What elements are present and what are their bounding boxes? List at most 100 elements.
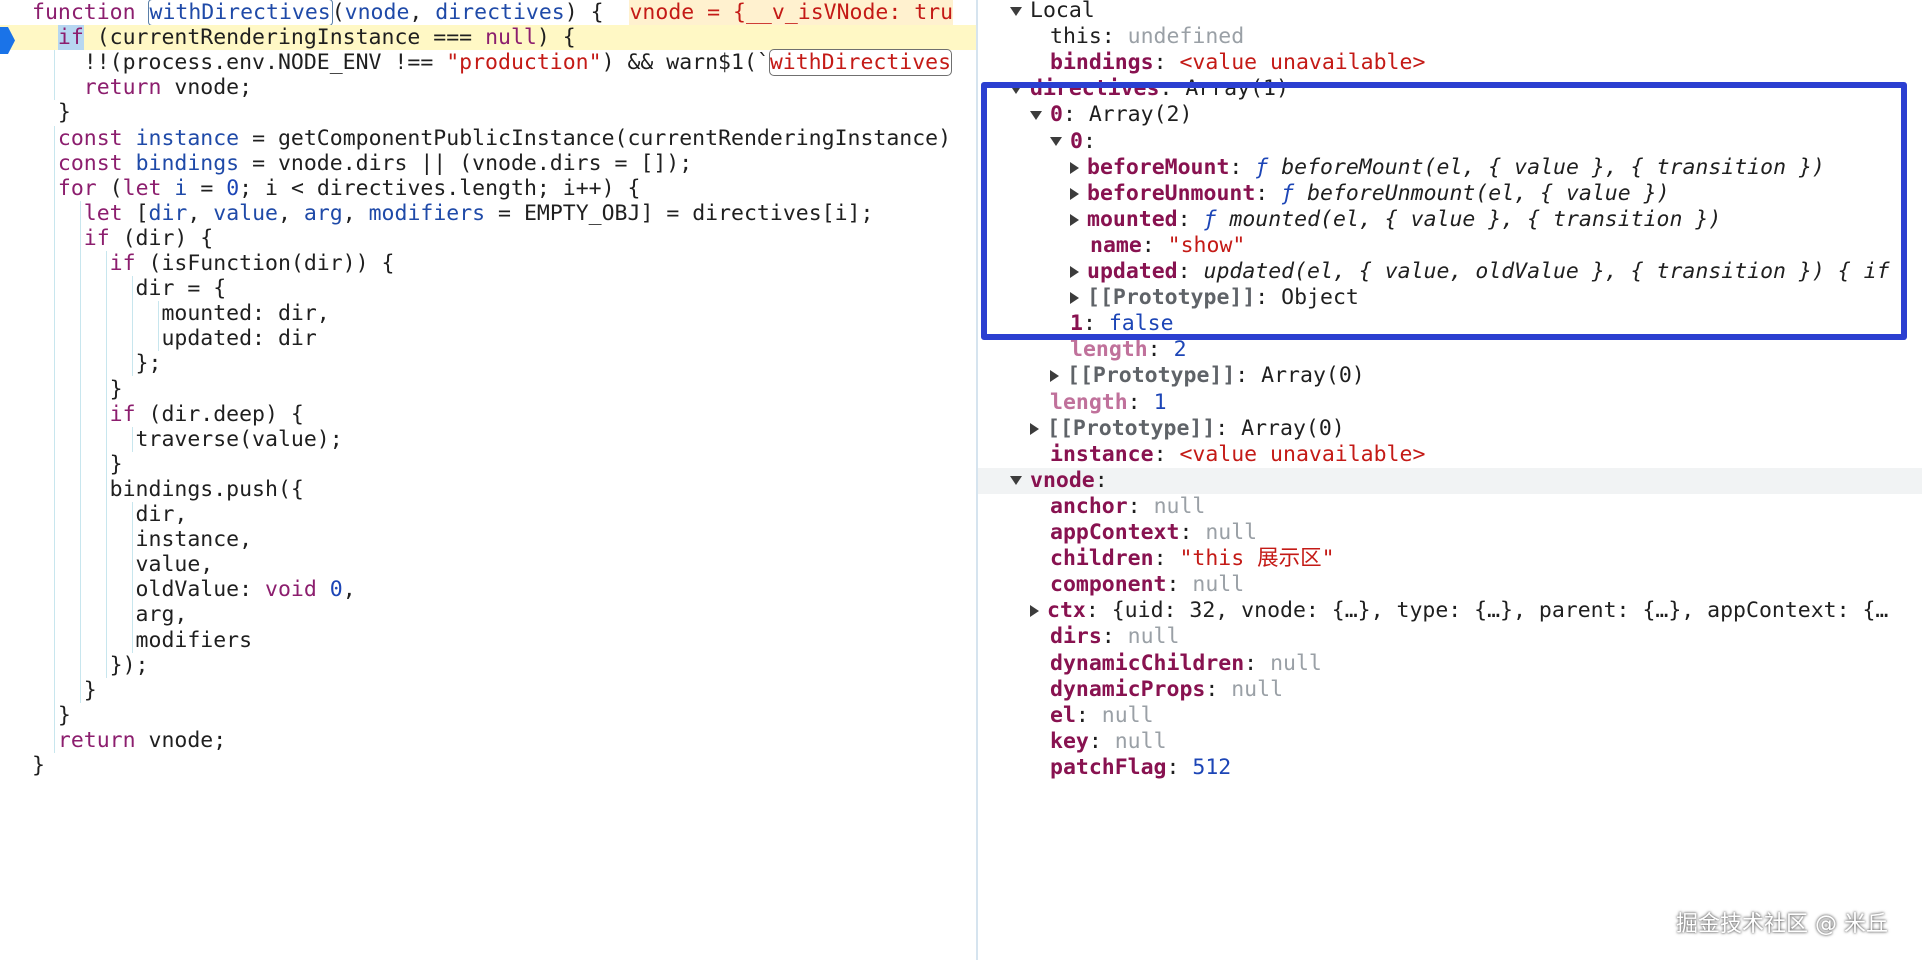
code-line[interactable]: if (dir.deep) { xyxy=(0,402,976,427)
scope-colon: : xyxy=(1153,546,1180,572)
scope-colon: : xyxy=(1215,415,1242,441)
scope-value: null xyxy=(1127,624,1180,650)
code-token: ) { xyxy=(564,0,630,25)
scope-key: [[Prototype]] xyxy=(1047,415,1216,441)
expanded-triangle-icon[interactable] xyxy=(1010,6,1022,16)
code-line[interactable]: } xyxy=(0,452,976,477)
scope-row[interactable]: patchFlag: 512 xyxy=(978,755,1922,781)
code-token: traverse(value); xyxy=(32,426,343,452)
code-text: bindings.push({ xyxy=(32,477,304,502)
scope-value: 1 xyxy=(1153,389,1167,415)
code-token: return xyxy=(83,75,162,101)
code-token: vnode; xyxy=(135,727,227,753)
scope-row[interactable]: bindings: <value unavailable> xyxy=(978,50,1922,76)
code-text: } xyxy=(32,100,71,125)
code-line[interactable]: const bindings = vnode.dirs || (vnode.di… xyxy=(0,151,976,176)
code-line[interactable]: bindings.push({ xyxy=(0,477,976,502)
code-token: let xyxy=(122,175,162,201)
code-text: } xyxy=(32,452,123,477)
code-line[interactable]: !!(process.env.NODE_ENV !== "production"… xyxy=(0,49,976,77)
code-line[interactable]: oldValue: void 0, xyxy=(0,577,976,602)
scope-row[interactable]: children: "this 展示区" xyxy=(978,546,1922,572)
scope-row[interactable]: el: null xyxy=(978,703,1922,729)
code-token: if xyxy=(57,25,84,51)
code-token: value, xyxy=(32,552,214,578)
code-line[interactable]: for (let i = 0; i < directives.length; i… xyxy=(0,176,976,201)
scope-value: undefined xyxy=(1127,24,1245,50)
code-token: const xyxy=(57,125,123,151)
code-line[interactable]: let [dir, value, arg, modifiers = EMPTY_… xyxy=(0,201,976,226)
code-text: value, xyxy=(32,552,214,578)
scope-row[interactable]: dynamicProps: null xyxy=(978,677,1922,703)
scope-row[interactable]: Local xyxy=(978,0,1922,24)
code-line[interactable]: }; xyxy=(0,351,976,376)
scope-row[interactable]: key: null xyxy=(978,729,1922,755)
scope-row[interactable]: appContext: null xyxy=(978,520,1922,546)
scope-row[interactable]: [[Prototype]]: Array(0) xyxy=(978,416,1922,442)
code-editor[interactable]: function withDirectives(vnode, directive… xyxy=(0,0,976,960)
code-line[interactable]: } xyxy=(0,100,976,125)
code-line[interactable]: traverse(value); xyxy=(0,427,976,452)
code-token: if xyxy=(83,225,110,251)
code-line[interactable]: arg, xyxy=(0,602,976,627)
scope-row[interactable]: instance: <value unavailable> xyxy=(978,442,1922,468)
scope-colon: : xyxy=(1153,50,1180,76)
code-token: , xyxy=(277,200,304,226)
code-line[interactable]: value, xyxy=(0,552,976,577)
code-line[interactable]: return vnode; xyxy=(0,728,976,753)
code-token: withDirectives xyxy=(768,49,953,77)
scope-key: ctx xyxy=(1047,598,1086,624)
scope-row[interactable]: [[Prototype]]: Array(0) xyxy=(978,363,1922,389)
scope-colon: : xyxy=(1153,441,1180,467)
collapsed-triangle-icon[interactable] xyxy=(1030,605,1039,618)
code-text: } xyxy=(32,753,45,778)
code-line[interactable]: updated: dir xyxy=(0,326,976,351)
expanded-triangle-icon[interactable] xyxy=(1010,476,1022,486)
scope-row[interactable]: vnode: xyxy=(978,467,1922,494)
code-line[interactable]: modifiers xyxy=(0,628,976,653)
code-text: dir, xyxy=(32,502,188,527)
code-line[interactable]: dir, xyxy=(0,502,976,527)
scope-row[interactable]: dynamicChildren: null xyxy=(978,651,1922,677)
scope-value: Array(0) xyxy=(1241,415,1345,441)
code-line[interactable]: } xyxy=(0,678,976,703)
code-line-paused[interactable]: if (currentRenderingInstance === null) { xyxy=(0,25,976,55)
scope-row[interactable]: component: null xyxy=(978,572,1922,598)
code-token: directives xyxy=(435,0,565,25)
scope-row[interactable]: length: 1 xyxy=(978,390,1922,416)
code-line[interactable]: dir = { xyxy=(0,276,976,301)
code-line[interactable]: if (isFunction(dir)) { xyxy=(0,251,976,276)
code-line[interactable]: }); xyxy=(0,653,976,678)
scope-value: null xyxy=(1114,728,1167,754)
code-text: traverse(value); xyxy=(32,427,343,452)
scope-row[interactable]: dirs: null xyxy=(978,624,1922,650)
scope-row[interactable]: anchor: null xyxy=(978,494,1922,520)
code-token: } xyxy=(32,100,71,126)
code-text: }); xyxy=(32,653,149,678)
code-line[interactable]: } xyxy=(0,377,976,402)
code-token: dir = { xyxy=(32,276,227,302)
collapsed-triangle-icon[interactable] xyxy=(1050,370,1059,383)
scope-row[interactable]: length: 2 xyxy=(978,337,1922,363)
code-line[interactable]: } xyxy=(0,753,976,778)
code-line[interactable]: if (dir) { xyxy=(0,226,976,251)
code-line[interactable]: function withDirectives(vnode, directive… xyxy=(0,0,976,26)
scope-key: instance xyxy=(1050,441,1154,467)
code-token: withDirectives xyxy=(147,0,333,26)
code-line[interactable]: return vnode; xyxy=(0,75,976,100)
code-line[interactable]: } xyxy=(0,703,976,728)
code-line[interactable]: mounted: dir, xyxy=(0,301,976,326)
scope-value: 2 xyxy=(1173,337,1187,363)
scope-row[interactable]: ctx: {uid: 32, vnode: {…}, type: {…}, pa… xyxy=(978,598,1922,624)
code-text: return vnode; xyxy=(32,728,226,753)
scope-row[interactable]: this: undefined xyxy=(978,24,1922,50)
code-line[interactable]: instance, xyxy=(0,527,976,552)
code-token: vnode; xyxy=(161,75,253,101)
scope-value: 512 xyxy=(1192,754,1232,780)
collapsed-triangle-icon[interactable] xyxy=(1030,422,1039,435)
code-line[interactable]: const instance = getComponentPublicInsta… xyxy=(0,126,976,151)
code-text: modifiers xyxy=(32,628,253,653)
